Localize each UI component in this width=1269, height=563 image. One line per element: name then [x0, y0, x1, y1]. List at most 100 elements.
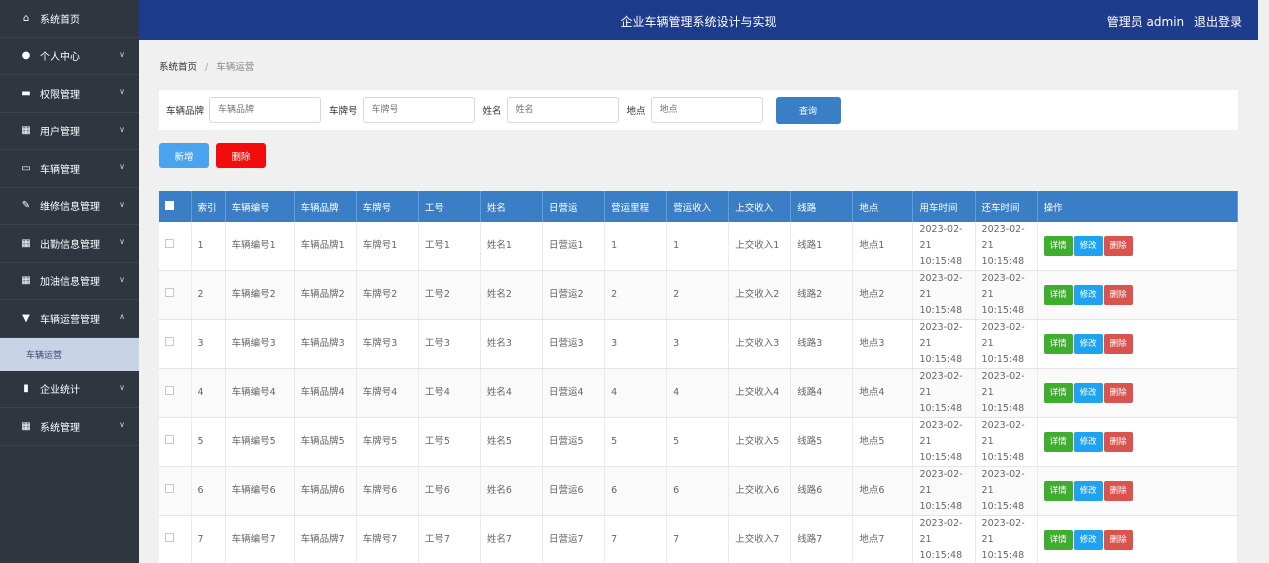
row-delete-button[interactable]: 删除: [1103, 285, 1133, 305]
sidebar-item-1[interactable]: ● 个人中心 ∨: [0, 38, 139, 75]
table-cell: 日营运2: [542, 270, 606, 320]
table-row: 6 车辆编号6 车辆品牌6 车牌号6 工号6 姓名6 日营运6 6 6 上交收入6 线路6 地点6 20…: [159, 466, 1238, 516]
table-cell: 车牌号2: [356, 270, 419, 320]
table-cell: 上交收入4: [728, 368, 792, 418]
row-actions-cell: 详情 修改 删除: [1037, 270, 1238, 320]
column-header: 营运里程: [604, 191, 668, 222]
table-cell: 2023-02-21 10:15:48: [975, 515, 1038, 563]
car-icon: ▭: [21, 162, 31, 174]
table-cell: 日营运3: [542, 319, 606, 369]
table-cell: 地点1: [852, 222, 914, 271]
row-delete-button[interactable]: 删除: [1103, 432, 1133, 452]
sidebar-subitem-active[interactable]: 车辆运营: [0, 337, 139, 371]
table-cell: 7: [191, 515, 226, 563]
table-cell: 2023-02-21 10:15:48: [912, 319, 976, 369]
table-cell: 5: [191, 417, 226, 467]
table-cell: 线路5: [790, 417, 854, 467]
row-actions-cell: 详情 修改 删除: [1037, 515, 1238, 563]
sidebar-item-label: 车辆运营管理: [40, 314, 100, 326]
sidebar-item-5[interactable]: ✎ 维修信息管理 ∨: [0, 188, 139, 225]
table-cell: 上交收入1: [728, 222, 792, 271]
filter-input-1[interactable]: [362, 97, 475, 123]
row-checkbox-cell[interactable]: [159, 319, 192, 369]
table-cell: 2023-02-21 10:15:48: [975, 466, 1038, 516]
edit-button[interactable]: 修改: [1073, 481, 1103, 501]
detail-button[interactable]: 详情: [1043, 236, 1073, 256]
row-checkbox[interactable]: [165, 239, 174, 248]
sidebar-item-label: 权限管理: [40, 89, 80, 101]
row-delete-button[interactable]: 删除: [1103, 334, 1133, 354]
chevron-up-icon: ∧: [119, 312, 125, 321]
table-row: 3 车辆编号3 车辆品牌3 车牌号3 工号3 姓名3 日营运3 3 3 上交收入3 线路3 地点3 20…: [159, 319, 1238, 369]
row-checkbox[interactable]: [165, 288, 174, 297]
table-cell: 车辆品牌2: [294, 270, 357, 320]
grid-icon: ▦: [21, 237, 31, 249]
table-cell: 车牌号6: [356, 466, 419, 516]
table-cell: 日营运1: [542, 222, 606, 271]
add-button[interactable]: 新增: [159, 143, 209, 168]
funnel-icon: ▼: [22, 312, 30, 324]
sidebar-item-4[interactable]: ▭ 车辆管理 ∨: [0, 150, 139, 188]
row-checkbox-cell[interactable]: [159, 368, 192, 418]
row-checkbox-cell[interactable]: [159, 466, 192, 516]
detail-button[interactable]: 详情: [1043, 334, 1073, 354]
column-header: 操作: [1037, 191, 1238, 222]
row-delete-button[interactable]: 删除: [1103, 236, 1133, 256]
sidebar-item-8[interactable]: ▼ 车辆运营管理 ∧: [0, 300, 139, 338]
row-checkbox[interactable]: [165, 435, 174, 444]
row-delete-button[interactable]: 删除: [1103, 383, 1133, 403]
filter-input-0[interactable]: [209, 97, 322, 123]
table-cell: 上交收入7: [728, 515, 792, 563]
sidebar-item-after-0[interactable]: ▮ 企业统计 ∨: [0, 371, 139, 408]
table-cell: 2023-02-21 10:15:48: [912, 368, 976, 418]
row-checkbox[interactable]: [165, 386, 174, 395]
sidebar-item-after-1[interactable]: ▦ 系统管理 ∨: [0, 408, 139, 446]
sidebar-item-0[interactable]: ⌂ 系统首页: [0, 0, 139, 38]
edit-button[interactable]: 修改: [1073, 432, 1103, 452]
detail-button[interactable]: 详情: [1043, 432, 1073, 452]
edit-button[interactable]: 修改: [1073, 334, 1103, 354]
row-checkbox[interactable]: [165, 533, 174, 542]
sidebar-item-label: 企业统计: [40, 385, 80, 397]
column-header: 还车时间: [975, 191, 1038, 222]
row-checkbox-cell[interactable]: [159, 270, 192, 320]
row-delete-button[interactable]: 删除: [1103, 481, 1133, 501]
sidebar-item-2[interactable]: ▬ 权限管理 ∨: [0, 75, 139, 113]
row-checkbox[interactable]: [165, 484, 174, 493]
breadcrumb-home[interactable]: 系统首页: [159, 62, 197, 73]
edit-button[interactable]: 修改: [1073, 530, 1103, 550]
select-all-checkbox[interactable]: [165, 200, 174, 210]
table-row: 1 车辆编号1 车辆品牌1 车牌号1 工号1 姓名1 日营运1 1 1 上交收入1 线路1 地点1 20…: [159, 222, 1238, 271]
detail-button[interactable]: 详情: [1043, 383, 1073, 403]
table-cell: 姓名3: [480, 319, 543, 369]
chevron-down-icon: ∨: [119, 49, 125, 59]
filter-input-3[interactable]: [650, 97, 763, 123]
table-cell: 5: [666, 417, 730, 467]
row-checkbox-cell[interactable]: [159, 515, 192, 563]
top-header: 企业车辆管理系统设计与实现 管理员 admin 退出登录: [139, 0, 1258, 40]
edit-button[interactable]: 修改: [1073, 383, 1103, 403]
row-checkbox-cell[interactable]: [159, 417, 192, 467]
row-delete-button[interactable]: 删除: [1103, 530, 1133, 550]
detail-button[interactable]: 详情: [1043, 530, 1073, 550]
row-checkbox[interactable]: [165, 337, 174, 346]
sidebar-item-6[interactable]: ▦ 出勤信息管理 ∨: [0, 225, 139, 263]
select-all-cell[interactable]: [159, 191, 192, 222]
detail-button[interactable]: 详情: [1043, 285, 1073, 305]
sidebar-item-3[interactable]: ▦ 用户管理 ∨: [0, 113, 139, 150]
batch-delete-button[interactable]: 删除: [216, 143, 266, 168]
logout-link[interactable]: 退出登录: [1194, 15, 1242, 29]
edit-button[interactable]: 修改: [1073, 285, 1103, 305]
row-checkbox-cell[interactable]: [159, 222, 192, 271]
table-cell: 线路7: [790, 515, 854, 563]
edit-button[interactable]: 修改: [1073, 236, 1103, 256]
grid-icon: ▦: [21, 275, 31, 287]
search-button[interactable]: 查询: [775, 96, 841, 124]
table-cell: 姓名6: [480, 466, 543, 516]
table-cell: 日营运6: [542, 466, 606, 516]
table-cell: 车牌号4: [356, 368, 419, 418]
column-header: 用车时间: [912, 191, 976, 222]
sidebar-item-7[interactable]: ▦ 加油信息管理 ∨: [0, 263, 139, 300]
filter-input-2[interactable]: [506, 97, 619, 123]
detail-button[interactable]: 详情: [1043, 481, 1073, 501]
